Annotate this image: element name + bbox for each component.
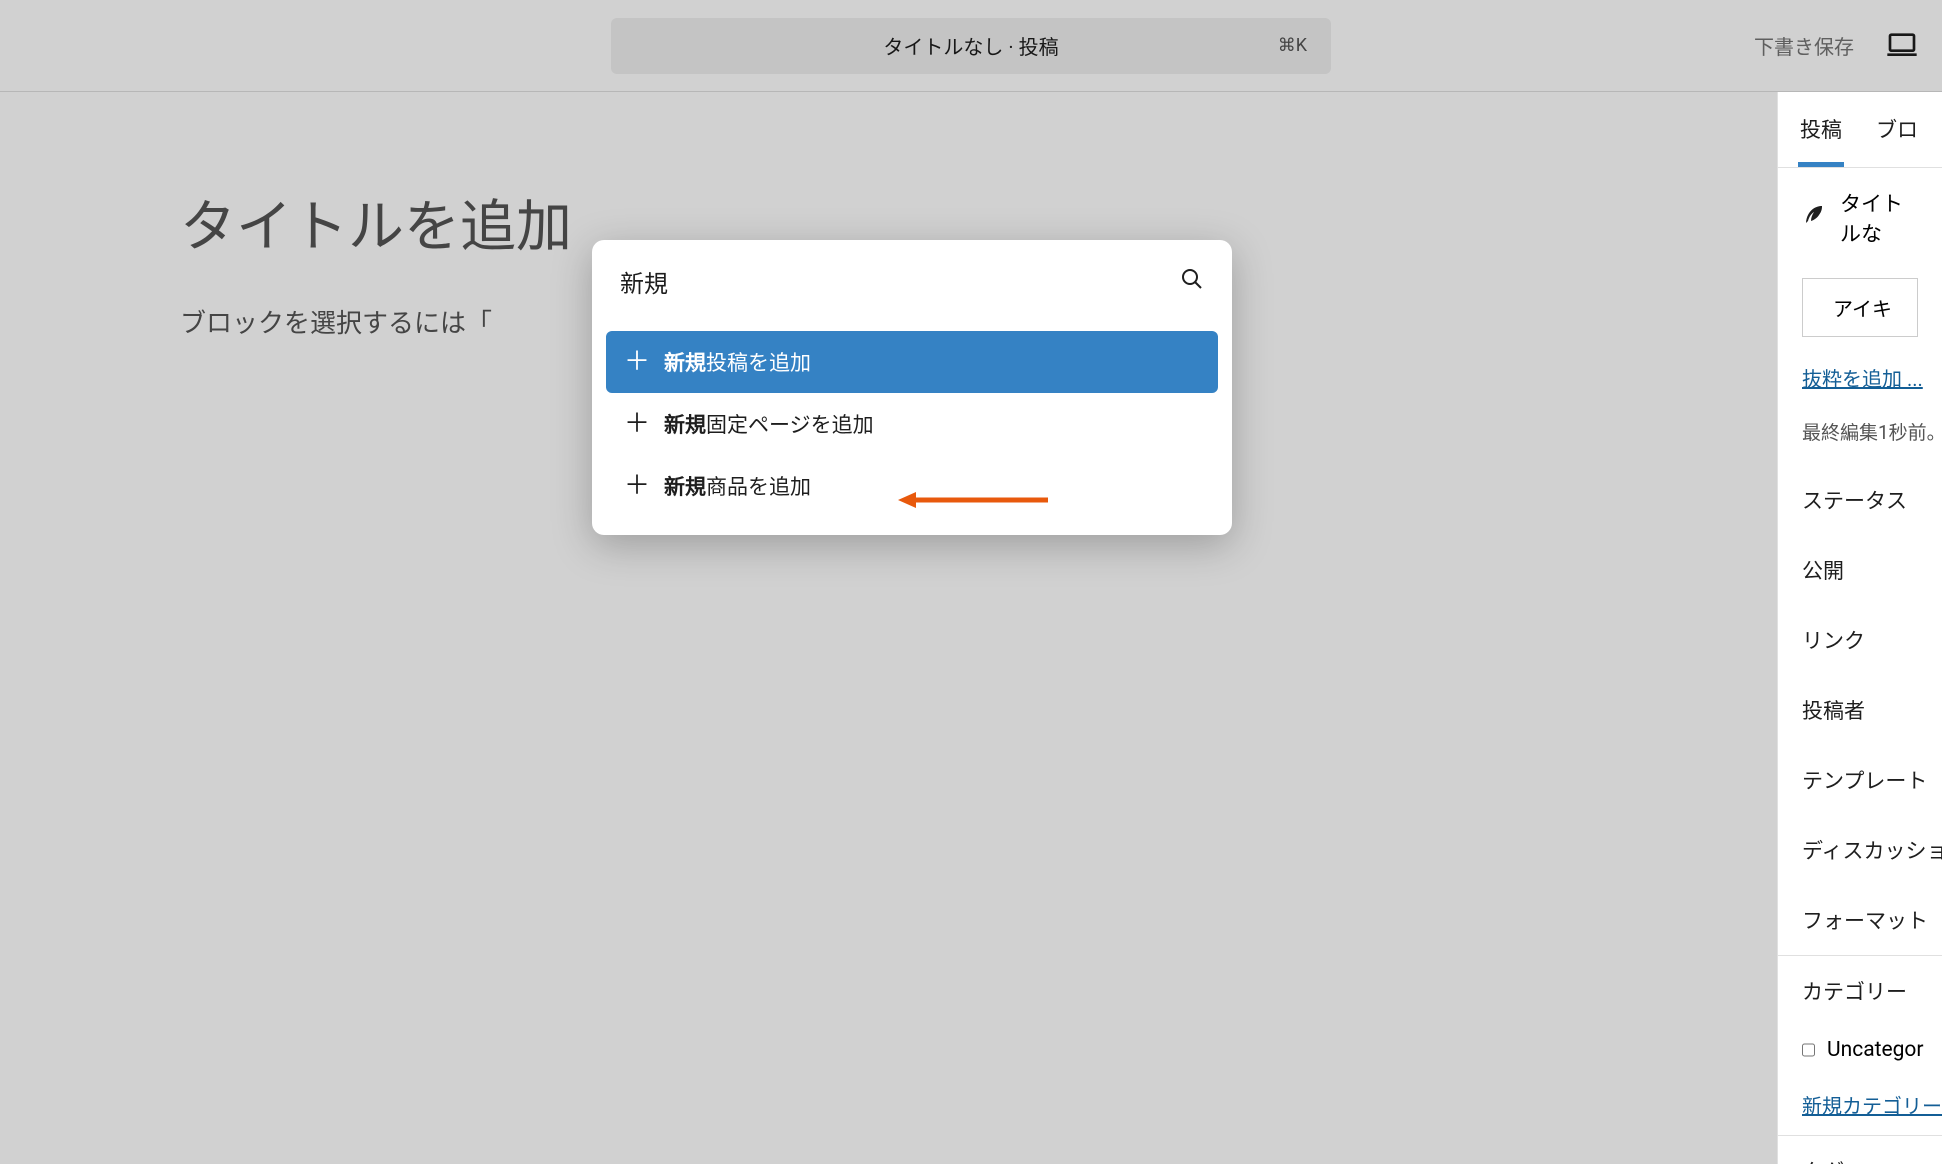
search-icon	[1180, 267, 1204, 297]
palette-item-add-post[interactable]: ＋ 新規投稿を追加	[606, 331, 1218, 393]
palette-item-label: 新規投稿を追加	[664, 347, 811, 377]
panel-tag-heading[interactable]: タグ	[1778, 1136, 1942, 1164]
palette-item-label: 新規固定ページを追加	[664, 409, 874, 439]
tab-post[interactable]: 投稿	[1798, 92, 1844, 167]
panel-status[interactable]: ステータス	[1778, 465, 1942, 535]
top-right-controls: 下書き保存	[1754, 28, 1918, 64]
shortcut-hint: ⌘K	[1278, 35, 1307, 56]
preview-device-icon[interactable]	[1886, 28, 1918, 64]
category-item[interactable]: Uncategor	[1778, 1026, 1942, 1074]
last-edited-text: 最終編集1秒前。	[1778, 408, 1942, 465]
command-palette-search-row: 新規	[592, 240, 1232, 323]
category-checkbox[interactable]	[1802, 1038, 1815, 1062]
panel-category-heading[interactable]: カテゴリー	[1778, 956, 1942, 1026]
panel-discussion[interactable]: ディスカッション	[1778, 815, 1942, 885]
palette-item-add-page[interactable]: ＋ 新規固定ページを追加	[606, 393, 1218, 455]
quill-icon	[1802, 204, 1826, 232]
plus-icon: ＋	[624, 349, 644, 375]
plus-icon: ＋	[624, 473, 644, 499]
settings-sidebar: 投稿 ブロ タイトルな アイキ 抜粋を追加 ... 最終編集1秒前。 ステータス…	[1777, 92, 1942, 1164]
command-bar[interactable]: タイトルなし · 投稿 ⌘K	[611, 18, 1331, 74]
tab-block[interactable]: ブロ	[1874, 92, 1920, 167]
panel-author[interactable]: 投稿者	[1778, 675, 1942, 745]
add-new-category-link[interactable]: 新規カテゴリー	[1778, 1074, 1942, 1135]
annotation-arrow	[898, 488, 1053, 516]
add-excerpt-link[interactable]: 抜粋を追加 ...	[1778, 347, 1942, 408]
panel-template[interactable]: テンプレート	[1778, 745, 1942, 815]
document-title: タイトルなし · 投稿	[883, 31, 1058, 60]
category-label: Uncategor	[1827, 1038, 1924, 1062]
panel-format[interactable]: フォーマット	[1778, 885, 1942, 955]
panel-link[interactable]: リンク	[1778, 605, 1942, 675]
save-draft-button[interactable]: 下書き保存	[1754, 31, 1854, 60]
panel-publish[interactable]: 公開	[1778, 535, 1942, 605]
set-featured-image-button[interactable]: アイキ	[1802, 278, 1918, 337]
palette-item-label: 新規商品を追加	[664, 471, 811, 501]
post-summary-title-text: タイトルな	[1840, 188, 1918, 248]
command-palette-input[interactable]: 新規	[620, 264, 668, 299]
plus-icon: ＋	[624, 411, 644, 437]
sidebar-tabs: 投稿 ブロ	[1778, 92, 1942, 168]
top-bar: タイトルなし · 投稿 ⌘K 下書き保存	[0, 0, 1942, 92]
post-summary-title: タイトルな	[1778, 168, 1942, 268]
